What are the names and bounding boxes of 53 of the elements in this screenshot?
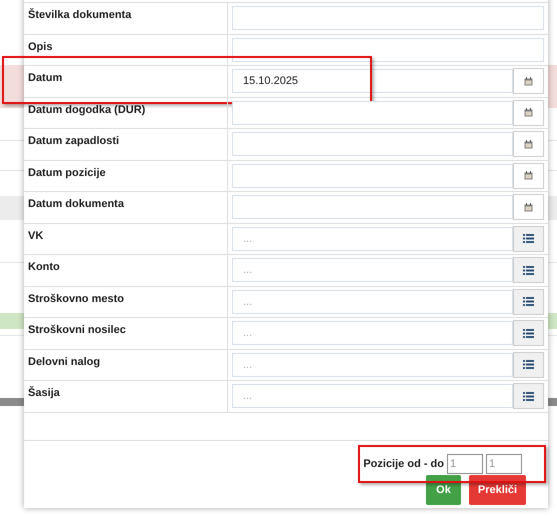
list-icon [523, 266, 534, 274]
calendar-icon [524, 76, 533, 86]
field-label: Stroškovno mesto [24, 286, 228, 317]
input-field[interactable]: ... [232, 226, 513, 250]
lookup-button[interactable] [513, 257, 544, 283]
field-label: Datum dokumenta [24, 192, 228, 222]
ok-button[interactable]: Ok [426, 474, 461, 504]
date-field[interactable] [232, 195, 513, 219]
field-label: Datum zapadlosti [24, 129, 228, 160]
calendar-button[interactable] [513, 131, 544, 157]
field-label: Šasija [24, 381, 228, 412]
input-field[interactable]: ... [232, 290, 513, 314]
list-icon [523, 328, 534, 338]
calendar-button[interactable] [513, 162, 544, 188]
list-icon [523, 297, 534, 306]
input-field[interactable]: ... [232, 321, 513, 345]
input-field[interactable]: ... [232, 258, 513, 282]
field-label: Delovni nalog [24, 350, 228, 380]
field-label: Opis [24, 34, 228, 65]
to-field[interactable]: 1 [486, 454, 522, 474]
date-field[interactable] [232, 100, 513, 124]
lookup-button[interactable] [513, 288, 544, 314]
date-field[interactable] [232, 132, 513, 156]
range-label: Pozicije od - do [363, 458, 444, 470]
input-field[interactable]: ... [232, 384, 513, 408]
field-label: Datum pozicije [24, 160, 228, 191]
input-field[interactable] [232, 38, 544, 62]
field-label: Stroškovni nosilec [24, 318, 228, 348]
input-field[interactable] [232, 6, 544, 30]
calendar-button[interactable] [513, 100, 544, 126]
field-label: Datum [24, 66, 228, 96]
list-icon [523, 234, 534, 243]
list-icon [523, 392, 534, 400]
cancel-button[interactable]: Prekliči [469, 474, 526, 504]
lookup-button[interactable] [513, 352, 544, 378]
date-field[interactable]: 15.10.2025 [232, 69, 513, 93]
calendar-button[interactable] [513, 68, 544, 94]
lookup-button[interactable] [513, 320, 544, 346]
calendar-icon [524, 140, 533, 148]
date-field[interactable] [232, 164, 513, 188]
calendar-icon [524, 171, 533, 180]
field-label: Datum dogodka (DUR) [24, 98, 228, 128]
field-label: VK [24, 224, 228, 254]
from-field[interactable]: 1 [447, 454, 483, 474]
input-field[interactable]: ... [232, 352, 513, 376]
lookup-button[interactable] [513, 226, 544, 252]
field-label: Številka dokumenta [24, 3, 228, 34]
calendar-button[interactable] [513, 194, 544, 220]
calendar-icon [524, 202, 533, 212]
list-icon [523, 360, 534, 369]
field-label: Konto [24, 255, 228, 286]
calendar-icon [524, 108, 533, 117]
lookup-button[interactable] [513, 383, 544, 409]
